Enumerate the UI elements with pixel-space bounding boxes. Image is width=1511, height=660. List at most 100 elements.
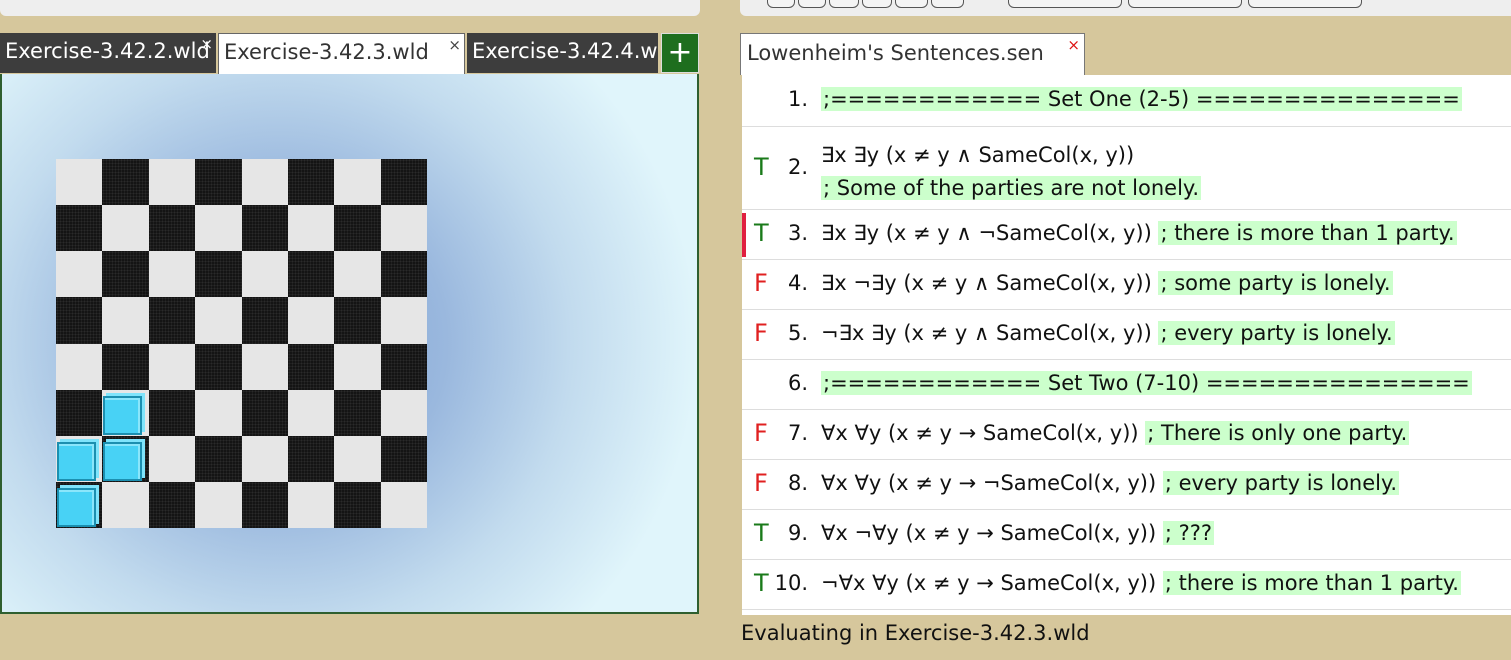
toolbar-button[interactable] (1128, 0, 1242, 8)
board-square[interactable] (195, 297, 242, 344)
board-square[interactable] (102, 343, 149, 390)
board-square[interactable] (334, 297, 381, 344)
sentence-formula[interactable]: ∃x ¬∃y (x ≠ y ∧ SameCol(x, y)) (821, 271, 1158, 295)
sentence-row[interactable]: F 4. ∃x ¬∃y (x ≠ y ∧ SameCol(x, y)) ; some… (742, 260, 1511, 310)
sentence-comment[interactable]: ; some party is lonely. (1158, 271, 1393, 295)
sentence-row[interactable]: F 5. ¬∃x ∃y (x ≠ y ∧ SameCol(x, y)) ; ever… (742, 310, 1511, 360)
board-square[interactable] (241, 481, 288, 528)
board-square[interactable] (241, 343, 288, 390)
board-square[interactable] (56, 389, 103, 436)
cube-block[interactable] (57, 487, 96, 527)
board-square[interactable] (195, 251, 242, 298)
board-square[interactable] (195, 159, 242, 206)
board-square[interactable] (148, 481, 196, 528)
cube-block[interactable] (103, 395, 143, 435)
sentence-line[interactable]: ∃x ¬∃y (x ≠ y ∧ SameCol(x, y)) ; some pa… (821, 271, 1393, 295)
board-square[interactable] (287, 159, 335, 206)
sentence-row[interactable]: T 2. ∃x ∃y (x ≠ y ∧ SameCol(x, y)); Some o… (742, 127, 1511, 210)
sentence-line[interactable]: ∀x ∀y (x ≠ y → SameCol(x, y)) ; There is… (821, 421, 1410, 445)
toolbar-button[interactable] (931, 0, 964, 8)
board-square[interactable] (102, 159, 149, 206)
board-square[interactable] (287, 389, 335, 436)
toolbar-button[interactable] (1008, 0, 1122, 8)
board-square[interactable] (56, 205, 103, 252)
board-square[interactable] (380, 297, 427, 344)
sentence-comment[interactable]: ;============ Set One (2-5) ============… (821, 87, 1462, 111)
board-square[interactable] (334, 159, 381, 206)
toolbar-button[interactable] (895, 0, 928, 8)
board-square[interactable] (241, 297, 288, 344)
world-tab[interactable]: Exercise-3.42.4.wld (467, 33, 658, 73)
sentence-formula[interactable]: ∃x ∃y (x ≠ y ∧ SameCol(x, y)) (821, 143, 1134, 167)
board-square[interactable] (380, 159, 427, 206)
sentence-line[interactable]: ;============ Set Two (7-10) ===========… (821, 371, 1472, 395)
board-square[interactable] (56, 159, 103, 206)
sentence-line[interactable]: ∀x ∀y (x ≠ y → ¬SameCol(x, y)) ; every p… (821, 471, 1400, 495)
sentence-row[interactable]: 6. ;============ Set Two (7-10) =========… (742, 360, 1511, 410)
sentence-line[interactable]: ∃x ∃y (x ≠ y ∧ ¬SameCol(x, y)) ; there i… (821, 221, 1457, 245)
close-icon[interactable]: × (1067, 36, 1080, 54)
sentence-line[interactable]: ¬∃x ∃y (x ≠ y ∧ SameCol(x, y)) ; every p… (821, 321, 1395, 345)
board-square[interactable] (380, 205, 427, 252)
board-square[interactable] (102, 297, 149, 344)
board-square[interactable] (195, 481, 242, 528)
sentence-comment[interactable]: ; every party is lonely. (1158, 321, 1395, 345)
sentence-row[interactable]: 1. ;============ Set One (2-5) ==========… (742, 75, 1511, 127)
board-square[interactable] (334, 435, 381, 482)
sentence-row[interactable]: T 10. ¬∀x ∀y (x ≠ y → SameCol(x, y)) ; the… (742, 560, 1511, 610)
sentence-row[interactable]: T 9. ∀x ¬∀y (x ≠ y → SameCol(x, y)) ; ??? (742, 510, 1511, 560)
sentence-comment[interactable]: ; There is only one party. (1145, 421, 1410, 445)
board-square[interactable] (380, 251, 427, 298)
board-square[interactable] (241, 389, 288, 436)
world-tab[interactable]: Exercise-3.42.2.wld × (0, 33, 216, 73)
board-square[interactable] (287, 481, 335, 528)
sentence-comment[interactable]: ;============ Set Two (7-10) ===========… (821, 371, 1472, 395)
sentence-formula[interactable]: ∀x ∀y (x ≠ y → ¬SameCol(x, y)) (821, 471, 1163, 495)
toolbar-button[interactable] (798, 0, 826, 8)
toolbar-button[interactable] (862, 0, 892, 8)
sentence-formula[interactable]: ∃x ∃y (x ≠ y ∧ ¬SameCol(x, y)) (821, 221, 1158, 245)
board-square[interactable] (334, 481, 381, 528)
sentence-row[interactable]: F 7. ∀x ∀y (x ≠ y → SameCol(x, y)) ; There… (742, 410, 1511, 460)
world-view[interactable] (0, 74, 699, 614)
sentence-line[interactable]: ¬∀x ∀y (x ≠ y → SameCol(x, y)) ; there i… (821, 571, 1461, 595)
cube-block[interactable] (57, 441, 96, 481)
board-square[interactable] (287, 435, 335, 482)
toolbar-button[interactable] (767, 0, 795, 8)
board-square[interactable] (380, 389, 427, 436)
board-square[interactable] (195, 435, 242, 482)
sentence-formula[interactable]: ¬∀x ∀y (x ≠ y → SameCol(x, y)) (821, 571, 1163, 595)
board-square[interactable] (241, 251, 288, 298)
board-square[interactable] (56, 251, 103, 298)
board-square[interactable] (241, 435, 288, 482)
board-square[interactable] (102, 205, 149, 252)
world-tab-active[interactable]: Exercise-3.42.3.wld × (218, 33, 465, 74)
board-square[interactable] (287, 251, 335, 298)
sentence-row[interactable]: T 3. ∃x ∃y (x ≠ y ∧ ¬SameCol(x, y)) ; ther… (742, 210, 1511, 260)
toolbar-button[interactable] (1248, 0, 1362, 8)
board-square[interactable] (148, 297, 196, 344)
sentence-line[interactable]: ∀x ¬∀y (x ≠ y → SameCol(x, y)) ; ??? (821, 521, 1215, 545)
sentence-line[interactable]: ;============ Set One (2-5) ============… (821, 87, 1462, 111)
board-square[interactable] (287, 297, 335, 344)
board-square[interactable] (56, 343, 103, 390)
board-square[interactable] (380, 435, 427, 482)
add-tab-button[interactable]: + (661, 33, 699, 73)
board-square[interactable] (148, 389, 196, 436)
board-square[interactable] (148, 251, 196, 298)
board-square[interactable] (334, 343, 381, 390)
sentence-comment[interactable]: ; every party is lonely. (1162, 471, 1400, 495)
board-square[interactable] (148, 205, 196, 252)
board-square[interactable] (148, 343, 196, 390)
board-square[interactable] (56, 297, 103, 344)
close-icon[interactable]: × (200, 35, 213, 53)
cube-block[interactable] (103, 441, 143, 481)
board-square[interactable] (380, 343, 427, 390)
board-square[interactable] (195, 205, 242, 252)
board-square[interactable] (334, 389, 381, 436)
board-square[interactable] (241, 205, 288, 252)
close-icon[interactable]: × (448, 36, 461, 54)
board-square[interactable] (334, 251, 381, 298)
sentence-comment[interactable]: ; there is more than 1 party. (1162, 571, 1461, 595)
sentence-tab[interactable]: Lowenheim's Sentences.sen × (740, 33, 1085, 75)
